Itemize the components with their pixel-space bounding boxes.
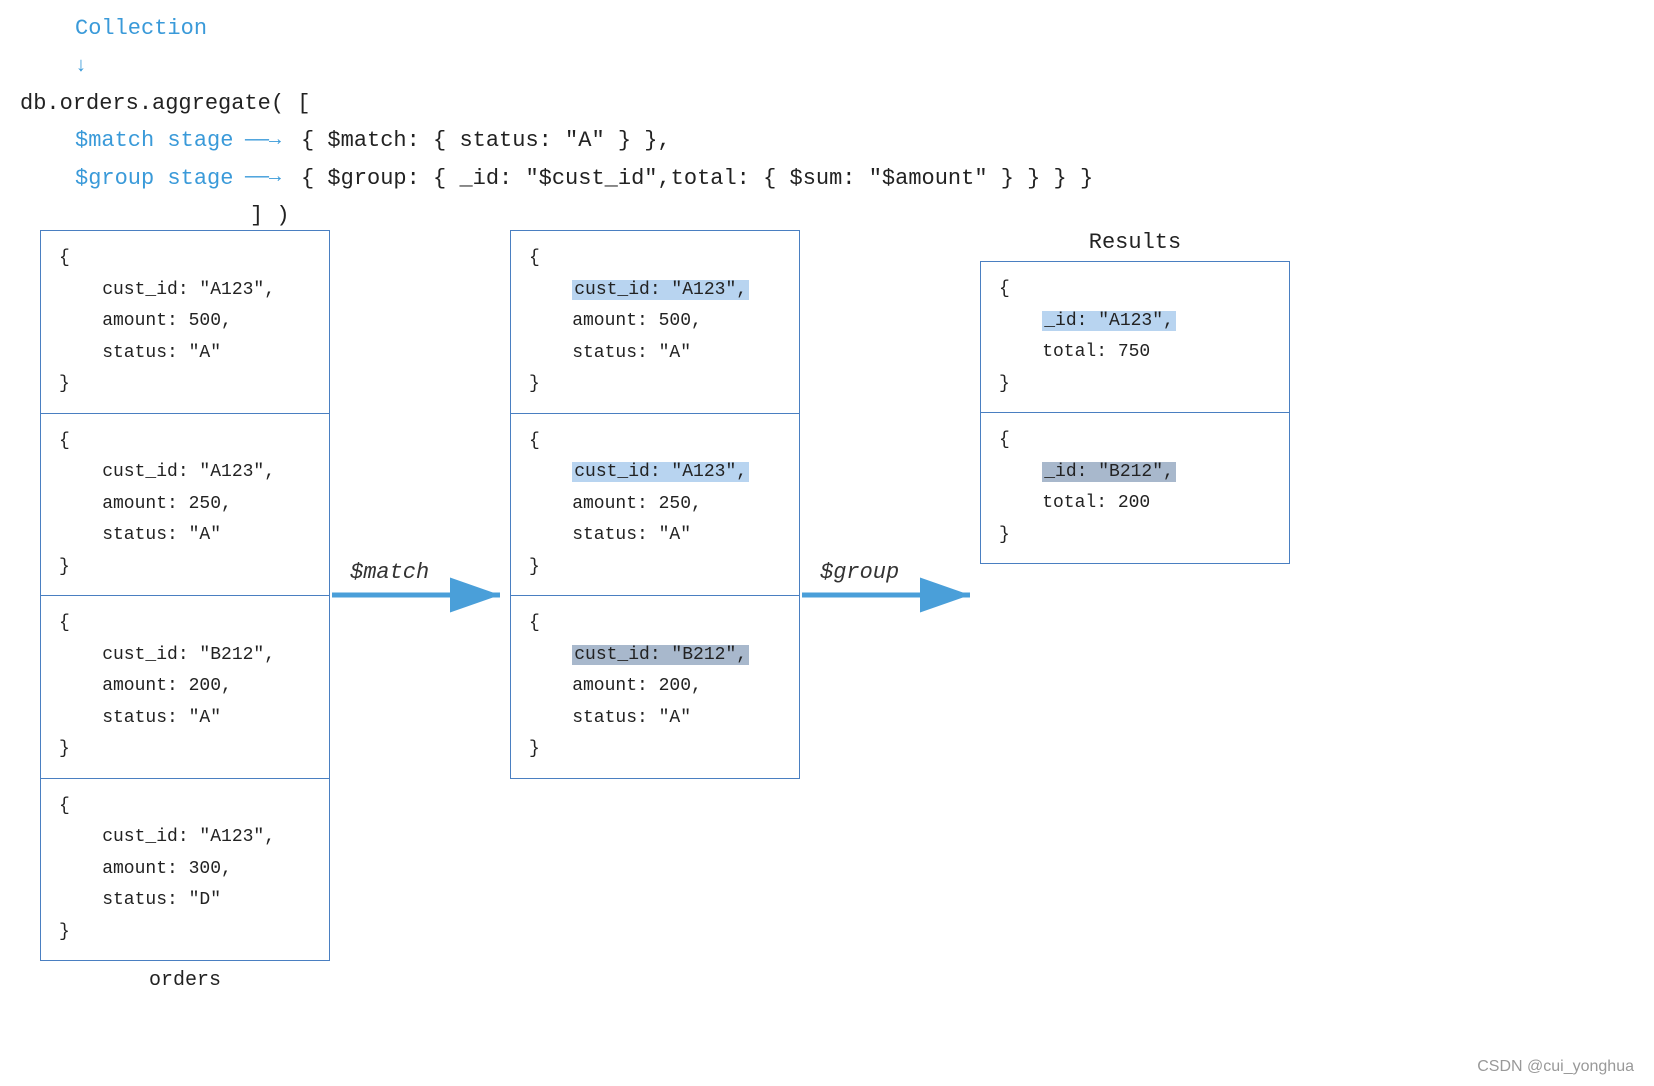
match-stage-arrow: ——→ [245, 124, 281, 158]
doc4-line4: } [59, 917, 311, 949]
group-stage-row: $group stage ——→ { $group: { _id: "$cust… [75, 160, 1093, 197]
doc4-line1: cust_id: "A123", [59, 822, 311, 854]
doc1-line1: cust_id: "A123", [59, 275, 311, 307]
rdoc1-line1: _id: "A123", [999, 306, 1271, 338]
doc1-line4: } [59, 369, 311, 401]
doc-box-2: { cust_id: "A123", amount: 250, status: … [40, 414, 330, 597]
match-doc-2: { cust_id: "A123", amount: 250, status: … [510, 414, 800, 597]
match-doc-3: { cust_id: "B212", amount: 200, status: … [510, 596, 800, 779]
rdoc1-line3: } [999, 369, 1271, 401]
match-stage-row: $match stage ——→ { $match: { status: "A"… [75, 122, 1093, 159]
group-stage-code: { $group: { _id: "$cust_id",total: { $su… [301, 160, 1093, 197]
doc3-line4: } [59, 734, 311, 766]
mdoc3-line1: cust_id: "B212", [529, 640, 781, 672]
arrow-down: ↓ [75, 50, 87, 84]
code-line-end: ] ) [250, 197, 1093, 234]
mdoc1-highlight: cust_id: "A123", [572, 280, 749, 300]
mdoc2-line2: amount: 250, [529, 489, 781, 521]
rdoc2-line0: { [999, 425, 1271, 457]
mdoc2-line4: } [529, 552, 781, 584]
rdoc1-line0: { [999, 274, 1271, 306]
doc4-line0: { [59, 791, 311, 823]
mdoc1-line2: amount: 500, [529, 306, 781, 338]
collection-label: Collection [75, 16, 207, 41]
doc3-line3: status: "A" [59, 703, 311, 735]
result-doc-1: { _id: "A123", total: 750 } [980, 261, 1290, 413]
doc-box-3: { cust_id: "B212", amount: 200, status: … [40, 596, 330, 779]
match-stage-code: { $match: { status: "A" } }, [301, 122, 671, 159]
doc2-line0: { [59, 426, 311, 458]
results-box: Results { _id: "A123", total: 750 } { _i… [980, 230, 1290, 564]
match-doc-1: { cust_id: "A123", amount: 500, status: … [510, 230, 800, 414]
doc-box-1: { cust_id: "A123", amount: 500, status: … [40, 230, 330, 414]
doc2-line3: status: "A" [59, 520, 311, 552]
rdoc2-line1: _id: "B212", [999, 457, 1271, 489]
match-stage-label: $match stage [75, 122, 245, 159]
mdoc3-line0: { [529, 608, 781, 640]
mdoc2-line3: status: "A" [529, 520, 781, 552]
doc2-line4: } [59, 552, 311, 584]
doc3-line1: cust_id: "B212", [59, 640, 311, 672]
doc4-line3: status: "D" [59, 885, 311, 917]
rdoc1-line2: total: 750 [999, 337, 1271, 369]
doc2-line1: cust_id: "A123", [59, 457, 311, 489]
mdoc2-line0: { [529, 426, 781, 458]
doc4-line2: amount: 300, [59, 854, 311, 886]
mdoc1-line0: { [529, 243, 781, 275]
doc1-line0: { [59, 243, 311, 275]
mdoc1-line4: } [529, 369, 781, 401]
collection-box: { cust_id: "A123", amount: 500, status: … [40, 230, 330, 992]
results-title: Results [980, 230, 1290, 255]
doc1-line2: amount: 500, [59, 306, 311, 338]
mdoc3-line4: } [529, 734, 781, 766]
group-stage-arrow: ——→ [245, 161, 281, 195]
rdoc2-highlight: _id: "B212", [1042, 462, 1176, 482]
result-doc-2: { _id: "B212", total: 200 } [980, 413, 1290, 564]
code-line1: db.orders.aggregate( [ [20, 85, 1093, 122]
code-section: Collection ↓ db.orders.aggregate( [ $mat… [20, 10, 1093, 234]
doc3-line0: { [59, 608, 311, 640]
match-arrow-label: $match [350, 560, 429, 585]
mdoc3-line3: status: "A" [529, 703, 781, 735]
mdoc3-line2: amount: 200, [529, 671, 781, 703]
rdoc1-highlight: _id: "A123", [1042, 311, 1176, 331]
watermark: CSDN @cui_yonghua [1477, 1058, 1634, 1076]
match-box: { cust_id: "A123", amount: 500, status: … [510, 230, 800, 779]
doc1-line3: status: "A" [59, 338, 311, 370]
group-arrow-label: $group [820, 560, 899, 585]
mdoc2-line1: cust_id: "A123", [529, 457, 781, 489]
rdoc2-line2: total: 200 [999, 488, 1271, 520]
collection-name: orders [40, 969, 330, 992]
mdoc1-line1: cust_id: "A123", [529, 275, 781, 307]
group-stage-label: $group stage [75, 160, 245, 197]
rdoc2-line3: } [999, 520, 1271, 552]
diagram: $match $group { cust_id: "A123", amount:… [20, 230, 1640, 1060]
doc2-line2: amount: 250, [59, 489, 311, 521]
doc3-line2: amount: 200, [59, 671, 311, 703]
mdoc1-line3: status: "A" [529, 338, 781, 370]
mdoc3-highlight: cust_id: "B212", [572, 645, 749, 665]
doc-box-4: { cust_id: "A123", amount: 300, status: … [40, 779, 330, 962]
mdoc2-highlight: cust_id: "A123", [572, 462, 749, 482]
